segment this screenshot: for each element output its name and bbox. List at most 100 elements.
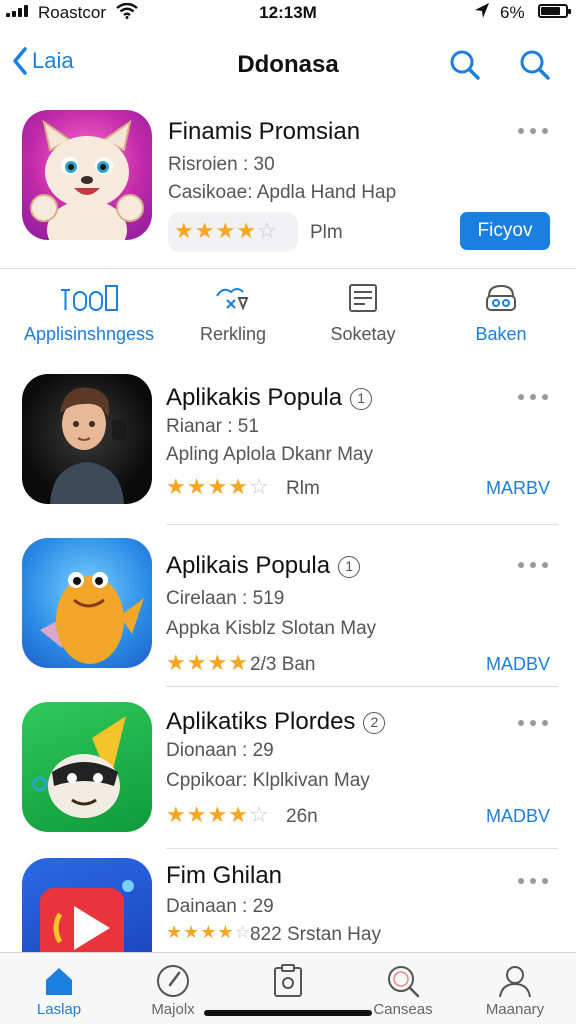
star-filled-icon: ★ — [215, 218, 237, 243]
star-filled-icon: ★ — [174, 218, 195, 243]
star-filled-icon: ★ — [228, 802, 249, 827]
rank-badge: 1 — [350, 387, 373, 410]
battery-icon — [538, 4, 571, 18]
app-icon-person[interactable] — [22, 374, 152, 504]
search-icon[interactable] — [448, 48, 482, 87]
more-options-icon[interactable] — [518, 562, 548, 570]
star-rating: ★★★★☆ — [166, 802, 270, 828]
star-filled-icon: ★ — [236, 218, 257, 243]
app-icon-play[interactable] — [22, 858, 152, 952]
app-meta-line1: Risroien : 30 — [168, 154, 275, 175]
star-filled-icon: ★ — [228, 650, 249, 675]
bag-icon — [426, 280, 576, 316]
category-society[interactable]: Soketay — [288, 280, 438, 345]
apps-icon — [14, 280, 164, 316]
app-list-item[interactable]: Aplikais Popula 1 Cirelaan : 519 Appka Ki… — [0, 536, 576, 686]
get-button[interactable]: Ficyov — [460, 212, 550, 250]
tab-home[interactable]: Laslap — [4, 961, 114, 1018]
status-bar: Roastcor 12:13M 6% — [0, 0, 576, 26]
category-ranking[interactable]: Rerkling — [158, 280, 308, 345]
search-icon-secondary[interactable] — [518, 48, 552, 87]
app-name[interactable]: Finamis Promsian — [168, 118, 360, 146]
star-filled-icon: ★ — [194, 218, 216, 243]
open-button[interactable]: MARBV — [486, 478, 550, 499]
star-filled-icon: ★ — [183, 922, 201, 942]
rating-text: 26n — [286, 806, 318, 827]
app-icon-bird[interactable] — [22, 538, 152, 668]
nav-header: Laia Ddonasa — [0, 40, 576, 90]
app-meta-line1: Cirelaan : 519 — [166, 588, 285, 609]
more-options-icon[interactable] — [518, 878, 548, 886]
app-list-item[interactable]: Aplikatiks Plordes 2 Dionaan : 29 Cppikoa… — [0, 700, 576, 850]
ranking-icon — [158, 280, 308, 316]
star-empty-icon: ☆ — [256, 218, 278, 243]
tab-profile[interactable]: Maanary — [460, 961, 570, 1018]
clipboard-icon — [233, 961, 343, 1001]
category-label: Soketay — [330, 324, 396, 344]
divider — [166, 686, 558, 687]
home-indicator — [204, 1010, 372, 1016]
profile-icon — [460, 961, 570, 1001]
tab-bar: Laslap Majolx Canseas Maanary — [0, 952, 576, 1024]
app-list-item[interactable]: Aplikakis Popula 1 Rianar : 51 Apling Apl… — [0, 372, 576, 522]
star-filled-icon: ★ — [207, 802, 229, 827]
location-icon — [474, 2, 490, 25]
star-filled-icon: ★ — [186, 474, 208, 499]
more-options-icon[interactable] — [518, 128, 548, 136]
star-rating: ★★★★☆ — [174, 218, 278, 244]
open-button[interactable]: MADBV — [486, 654, 550, 675]
tab-label: Maanary — [485, 1001, 545, 1018]
compass-icon — [118, 961, 228, 1001]
rank-badge: 1 — [338, 555, 361, 578]
star-filled-icon: ★ — [166, 922, 184, 942]
app-name[interactable]: Fim Ghilan — [166, 862, 282, 890]
app-meta-line1: Dionaan : 29 — [166, 740, 274, 761]
star-empty-icon: ☆ — [248, 802, 270, 827]
star-filled-icon: ★ — [228, 474, 249, 499]
app-meta-line2: Casikoae: Apdla Hand Hap — [168, 182, 397, 203]
app-icon-featured[interactable] — [22, 110, 152, 240]
rank-badge: 2 — [363, 711, 386, 734]
divider — [166, 848, 558, 849]
app-meta-line2: Apling Aplola Dkanr May — [166, 444, 373, 465]
star-empty-icon: ☆ — [248, 474, 270, 499]
divider — [0, 268, 576, 269]
page-title: Ddonasa — [237, 51, 339, 78]
app-name[interactable]: Aplikatiks Plordes 2 — [166, 708, 386, 736]
rating-text: 2/3 Ban — [250, 654, 316, 675]
more-options-icon[interactable] — [518, 720, 548, 728]
category-nav: Applisinshngess Rerkling Soketay Baken — [0, 280, 576, 350]
app-meta-line1: Rianar : 51 — [166, 416, 259, 437]
app-meta-line2: Appka Kisblz Slotan May — [166, 618, 377, 639]
tab-label: Laslap — [36, 1001, 82, 1018]
divider — [166, 524, 558, 525]
star-filled-icon: ★ — [186, 802, 208, 827]
document-icon — [288, 280, 438, 316]
featured-app-card[interactable]: Finamis Promsian Risroien : 30 Casikoae:… — [0, 108, 576, 268]
star-filled-icon: ★ — [200, 922, 218, 942]
star-filled-icon: ★ — [207, 650, 229, 675]
open-button[interactable]: MADBV — [486, 806, 550, 827]
app-name[interactable]: Aplikakis Popula 1 — [166, 384, 373, 412]
app-meta-line1: Dainaan : 29 — [166, 896, 274, 917]
category-label: Applisinshngess — [23, 324, 155, 344]
category-apps[interactable]: Applisinshngess — [14, 280, 164, 345]
star-rating: ★★★★☆ — [166, 922, 252, 943]
category-bag[interactable]: Baken — [426, 280, 576, 345]
battery-percent: 6% — [500, 3, 525, 22]
star-filled-icon: ★ — [186, 650, 208, 675]
star-filled-icon: ★ — [207, 474, 229, 499]
category-label: Baken — [475, 324, 527, 344]
star-filled-icon: ★ — [217, 922, 235, 942]
home-icon — [4, 961, 114, 1001]
app-list-item[interactable]: Fim Ghilan Dainaan : 29 ★★★★☆ 822 Srstan… — [0, 856, 576, 952]
star-filled-icon: ★ — [166, 650, 187, 675]
category-label: Rerkling — [199, 324, 267, 344]
app-meta-line2: Cppikoar: Klplkivan May — [166, 770, 370, 791]
app-icon-mask[interactable] — [22, 702, 152, 832]
star-filled-icon: ★ — [166, 474, 187, 499]
star-filled-icon: ★ — [166, 802, 187, 827]
tab-clipboard[interactable] — [233, 961, 343, 1001]
more-options-icon[interactable] — [518, 394, 548, 402]
app-name[interactable]: Aplikais Popula 1 — [166, 552, 361, 580]
